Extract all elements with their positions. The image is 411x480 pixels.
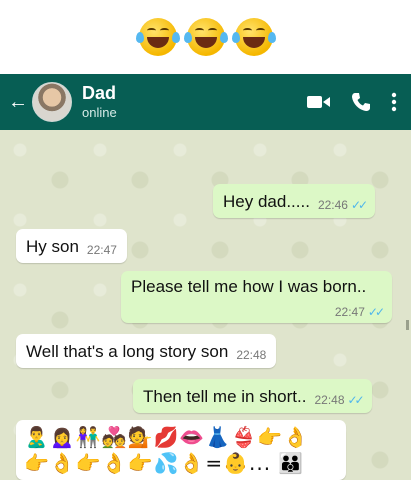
contact-name: Dad xyxy=(82,83,117,103)
message-time: 22:48 xyxy=(314,393,345,407)
message-text: 🙎‍♂️🙍‍♀️👫💑💁💋👄👗👙👉👌 👉👌👉👌👉💦👌=👶... 👪 xyxy=(24,425,309,475)
message-text: Please tell me how I was born.. xyxy=(131,277,367,296)
more-options-icon[interactable] xyxy=(391,92,397,112)
message-time: 22:47 xyxy=(86,243,117,257)
contact-status: online xyxy=(82,105,117,120)
phone-call-icon[interactable] xyxy=(351,92,371,112)
incoming-message: Hy son 22:47 xyxy=(16,229,127,263)
laughing-emojis-row xyxy=(0,0,411,74)
incoming-message: Well that's a long story son 22:48 xyxy=(16,334,277,368)
message-text: Then tell me in short.. xyxy=(143,387,307,406)
read-ticks-icon: ✓✓ xyxy=(347,393,365,407)
back-arrow-icon[interactable]: ← xyxy=(8,91,30,114)
message-text: Hy son xyxy=(26,237,79,256)
message-time: 22:47 xyxy=(334,305,365,319)
header-actions xyxy=(307,92,397,112)
read-ticks-icon: ✓✓ xyxy=(367,305,385,319)
message-time: 22:46 xyxy=(317,198,348,212)
contact-info[interactable]: Dad online xyxy=(82,83,117,121)
chat-area[interactable]: Hey dad..... 22:46 ✓✓ Hy son 22:47 Pleas… xyxy=(0,130,411,480)
video-call-icon[interactable] xyxy=(307,94,331,110)
tears-of-joy-icon xyxy=(135,18,180,56)
outgoing-message: Please tell me how I was born.. 22:47 ✓✓ xyxy=(121,271,392,323)
read-ticks-icon: ✓✓ xyxy=(350,198,368,212)
avatar[interactable] xyxy=(32,82,72,122)
emoji-message: 🙎‍♂️🙍‍♀️👫💑💁💋👄👗👙👉👌 👉👌👉👌👉💦👌=👶... 👪 xyxy=(16,420,346,480)
message-time: 22:48 xyxy=(236,348,267,362)
message-text: Well that's a long story son xyxy=(26,342,229,361)
outgoing-message: Then tell me in short.. 22:48 ✓✓ xyxy=(133,379,372,413)
tears-of-joy-icon xyxy=(231,18,276,56)
chat-header: ← Dad online xyxy=(0,74,411,130)
message-text: Hey dad..... xyxy=(223,192,310,211)
tears-of-joy-icon xyxy=(183,18,228,56)
scrollbar[interactable] xyxy=(406,320,409,330)
outgoing-message: Hey dad..... 22:46 ✓✓ xyxy=(213,184,376,218)
